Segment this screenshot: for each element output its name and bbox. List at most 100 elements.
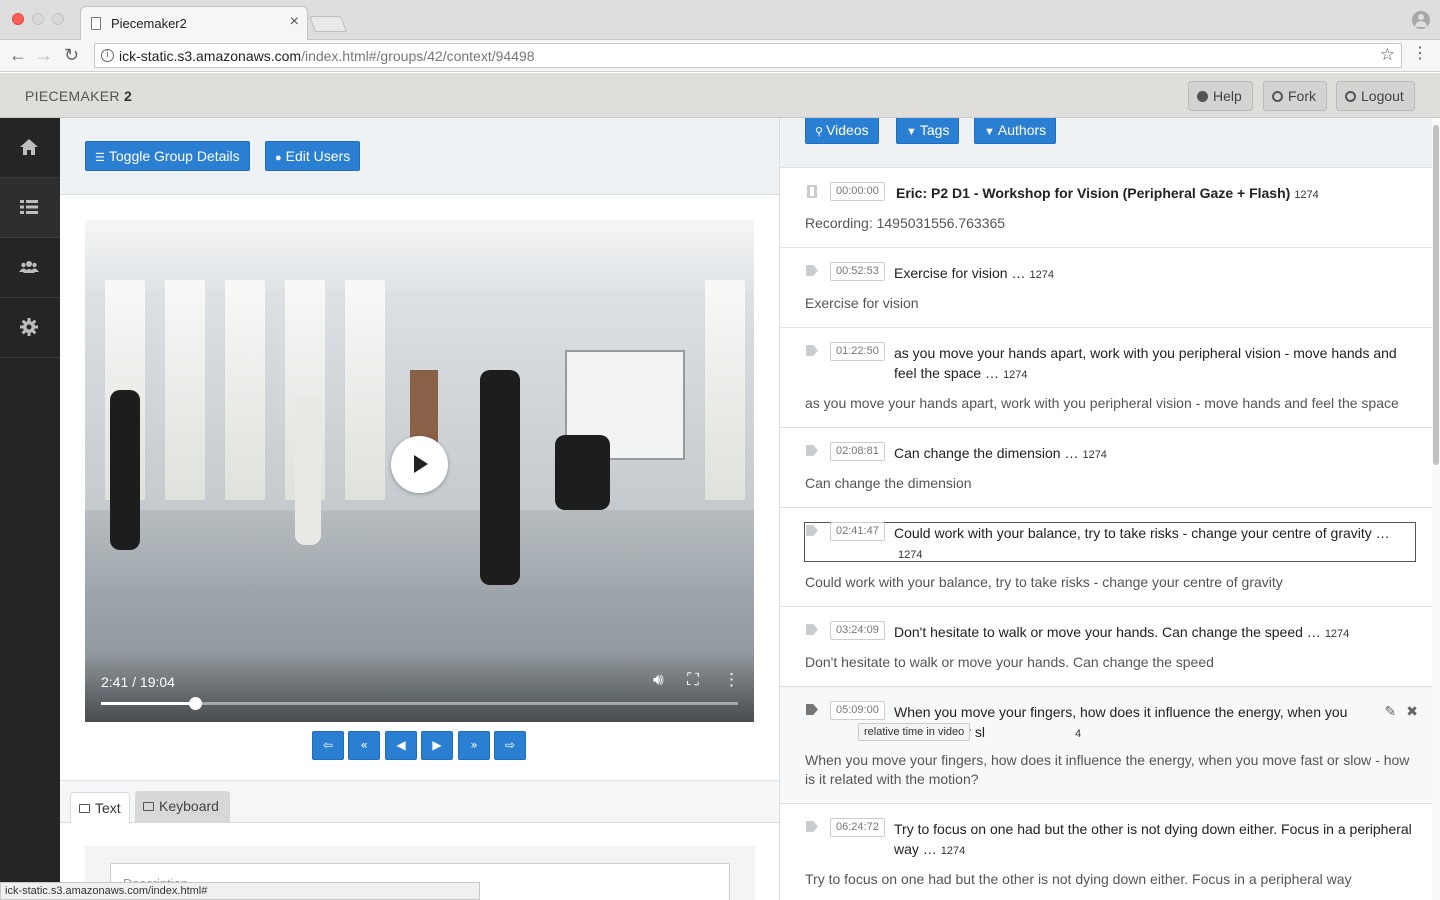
list-item[interactable]: 01:22:50 as you move your hands apart, w… (780, 328, 1432, 428)
video-time: 2:41 / 19:04 (101, 674, 175, 690)
filter-icon: ▼ (984, 126, 995, 138)
entry-time[interactable]: 03:24:09 (830, 621, 885, 640)
list-item[interactable]: 06:24:72 Try to focus on one had but the… (780, 804, 1432, 900)
list-item[interactable]: 00:52:53 Exercise for vision … 1274 Exerc… (780, 248, 1432, 328)
entry-count: 4 (1075, 728, 1082, 740)
entry-description: When you move your fingers, how does it … (805, 752, 1410, 787)
rewind-button[interactable]: « (348, 731, 380, 760)
jump-back-button[interactable]: ⇦ (312, 731, 344, 760)
entry-time[interactable]: 00:52:53 (830, 262, 885, 281)
tag-icon (806, 525, 818, 538)
help-button[interactable]: Help (1188, 81, 1253, 111)
browser-menu-icon[interactable]: ⋮ (1412, 46, 1428, 62)
users-icon: ● (275, 152, 282, 164)
tags-button[interactable]: ▼ Tags (896, 118, 960, 144)
entry-count: 1274 (898, 549, 923, 561)
step-forward-button[interactable]: ▶ (421, 731, 453, 760)
edit-icon[interactable]: ✎ (1385, 703, 1397, 719)
window-close-button[interactable] (12, 13, 24, 25)
video-player[interactable]: 2:41 / 19:04 🔊︎ ⛶ ⋮ (85, 220, 754, 722)
url-path: /index.html#/groups/42/context/94498 (301, 48, 535, 64)
new-tab-button[interactable] (309, 16, 347, 32)
entry-time[interactable]: 02:41:47 (830, 522, 885, 541)
jump-forward-button[interactable]: ⇨ (494, 731, 526, 760)
profile-icon[interactable] (1412, 11, 1430, 29)
video-progress-knob[interactable] (188, 697, 202, 710)
toggle-group-details-button[interactable]: ☰ Toggle Group Details (85, 141, 250, 171)
list-item-current[interactable]: 02:41:47 Could work with your balance, t… (780, 508, 1432, 607)
home-icon (20, 139, 38, 155)
entry-time[interactable]: 05:09:00 (830, 701, 885, 720)
entry-title[interactable]: Can change the dimension … 1274 (894, 443, 1414, 465)
entry-description: Exercise for vision (805, 295, 919, 311)
window-minimize-button[interactable] (32, 13, 44, 25)
entry-description: Could work with your balance, try to tak… (805, 574, 1283, 590)
volume-icon[interactable]: 🔊︎ (653, 670, 664, 690)
entry-title[interactable]: Don't hesitate to walk or move your hand… (894, 622, 1414, 644)
edit-users-label: Edit Users (285, 148, 351, 164)
filter-icon: ▼ (906, 126, 917, 138)
bookmark-star-icon[interactable]: ☆ (1380, 45, 1395, 65)
entry-title[interactable]: as you move your hands apart, work with … (894, 343, 1414, 385)
tab-text[interactable]: Text (70, 792, 130, 824)
list-item[interactable]: 03:24:09 Don't hesitate to walk or move … (780, 607, 1432, 687)
sidebar-item-settings[interactable] (0, 298, 60, 358)
fork-button[interactable]: Fork (1263, 81, 1327, 111)
list-item[interactable]: 00:00:00 Eric: P2 D1 - Workshop for Visi… (780, 168, 1432, 248)
browser-tab[interactable]: Piecemaker2 × (80, 6, 308, 41)
list-icon (20, 200, 38, 214)
url-text: ick-static.s3.amazonaws.com/index.html#/… (119, 48, 535, 64)
entry-description: Try to focus on one had but the other is… (805, 871, 1352, 887)
search-icon: ⚲ (815, 126, 824, 138)
list-item-hovered[interactable]: 05:09:00 When you move your fingers, how… (780, 687, 1432, 804)
entry-time[interactable]: 01:22:50 (830, 342, 885, 361)
list-item[interactable]: 02:08:81 Can change the dimension … 1274 … (780, 428, 1432, 508)
entry-time[interactable]: 00:00:00 (830, 182, 885, 201)
sidebar (0, 118, 60, 900)
edit-users-button[interactable]: ● Edit Users (265, 141, 361, 171)
tab-close-icon[interactable]: × (290, 13, 299, 31)
entry-title[interactable]: Could work with your balance, try to tak… (894, 523, 1399, 565)
entry-description: as you move your hands apart, work with … (805, 395, 1399, 411)
entry-title-text: Eric: P2 D1 - Workshop for Vision (Perip… (896, 185, 1291, 201)
fork-icon (1272, 91, 1283, 102)
video-menu-icon[interactable]: ⋮ (723, 670, 740, 690)
tag-icon (806, 265, 818, 278)
authors-button[interactable]: ▼ Authors (974, 118, 1057, 144)
videos-button[interactable]: ⚲ Videos (805, 118, 879, 144)
brand-logo[interactable]: PIECEMAKER 2 (25, 88, 132, 104)
delete-icon[interactable]: ✖ (1406, 703, 1418, 719)
tab-keyboard[interactable]: Keyboard (135, 791, 230, 823)
reload-icon[interactable]: ↻ (64, 45, 79, 65)
step-back-button[interactable]: ◀ (385, 731, 417, 760)
list-scroll-thumb[interactable] (1433, 125, 1439, 465)
entry-time[interactable]: 02:08:81 (830, 442, 885, 461)
entry-time[interactable]: 06:24:72 (830, 818, 885, 837)
tag-icon (806, 445, 818, 458)
info-icon[interactable]: i (101, 49, 114, 62)
entry-description: Can change the dimension (805, 475, 972, 491)
url-input[interactable]: i ick-static.s3.amazonaws.com/index.html… (94, 43, 1402, 68)
sidebar-item-home[interactable] (0, 118, 60, 178)
entry-count: 1274 (940, 845, 966, 857)
tag-icon (806, 704, 818, 717)
logout-button[interactable]: Logout (1336, 81, 1415, 111)
forward-arrow-icon[interactable]: → (35, 45, 53, 65)
entry-title[interactable]: Eric: P2 D1 - Workshop for Vision (Perip… (896, 183, 1416, 205)
app-navbar: PIECEMAKER 2 Help Fork Logout (0, 73, 1440, 118)
play-button[interactable] (391, 436, 448, 493)
fullscreen-icon[interactable]: ⛶ (687, 670, 699, 690)
tags-label: Tags (919, 122, 950, 138)
list-icon: ☰ (95, 152, 105, 164)
entry-title[interactable]: Try to focus on one had but the other is… (894, 819, 1414, 861)
sidebar-item-users[interactable] (0, 238, 60, 298)
browser-status-bar: ick-static.s3.amazonaws.com/index.html# (0, 882, 480, 900)
entry-title[interactable]: Exercise for vision … 1274 (894, 263, 1414, 285)
video-progress-bar[interactable] (101, 697, 738, 710)
back-arrow-icon[interactable]: ← (9, 45, 27, 65)
sidebar-item-list[interactable] (0, 178, 60, 238)
fast-forward-button[interactable]: » (458, 731, 490, 760)
time-tooltip: relative time in video (858, 723, 971, 741)
window-maximize-button[interactable] (52, 13, 64, 25)
keyboard-icon (143, 802, 154, 811)
